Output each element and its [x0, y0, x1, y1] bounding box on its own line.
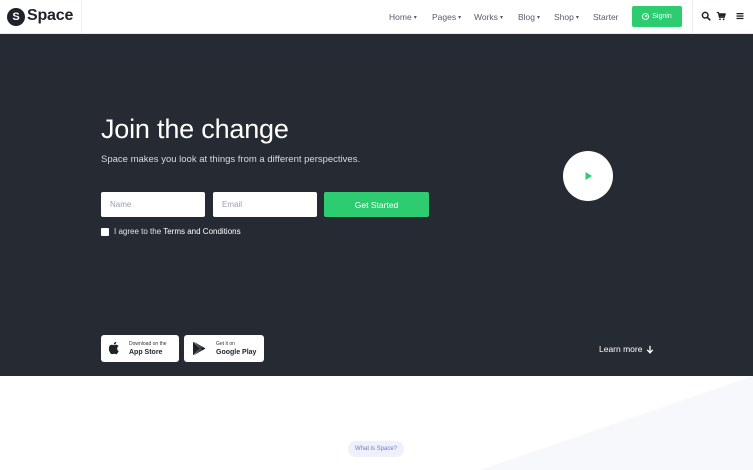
signin-label: Signin — [652, 13, 672, 20]
google-play-icon — [193, 341, 206, 356]
nav-item-pages[interactable]: Pages ▾ — [432, 12, 461, 22]
site-header: S Space Home ▾ Pages ▾ Works ▾ Blog ▾ Shop ▾ … — [0, 0, 753, 34]
menu-icon[interactable] — [735, 11, 745, 21]
chevron-down-icon: ▾ — [499, 15, 503, 21]
google-play-label: Google Play — [216, 349, 257, 356]
hero-subtitle: Space makes you look at things from a di… — [101, 154, 361, 165]
nav-item-label: Home — [389, 12, 412, 22]
nav-item-label: Pages — [432, 12, 457, 22]
terms-checkbox[interactable] — [101, 227, 109, 236]
app-store-label: App Store — [129, 349, 163, 356]
email-input[interactable] — [213, 192, 317, 217]
name-input[interactable] — [101, 192, 205, 217]
learn-more-label: Learn more — [599, 344, 643, 354]
learn-more-link[interactable]: Learn more — [599, 344, 654, 354]
terms-link[interactable]: Terms and Conditions — [163, 227, 240, 236]
section-badge: What is Space? — [348, 441, 404, 457]
search-icon[interactable] — [701, 11, 711, 21]
play-video-button[interactable] — [563, 151, 613, 201]
chevron-down-icon: ▾ — [458, 15, 462, 21]
play-icon — [585, 172, 592, 180]
nav-item-shop[interactable]: Shop ▾ — [554, 12, 579, 22]
nav-item-starter[interactable]: Starter — [593, 12, 619, 22]
chevron-down-icon: ▾ — [575, 15, 579, 21]
hero-title: Join the change — [101, 114, 289, 144]
nav-item-label: Shop — [554, 12, 574, 22]
chevron-down-icon: ▾ — [413, 15, 417, 21]
apple-icon — [109, 341, 119, 355]
nav-item-home[interactable]: Home ▾ — [389, 12, 417, 22]
signin-button[interactable]: Signin — [632, 6, 682, 27]
nav-item-label: Works — [474, 12, 498, 22]
nav-item-works[interactable]: Works ▾ — [474, 12, 503, 22]
app-store-button[interactable]: Download on the App Store — [101, 335, 179, 362]
arrow-down-icon — [647, 345, 654, 354]
nav-item-label: Starter — [593, 12, 619, 22]
logo[interactable]: S Space — [0, 0, 82, 34]
google-play-button[interactable]: Get it on Google Play — [184, 335, 264, 362]
cart-icon[interactable] — [716, 11, 726, 21]
terms-agreement: I agree to the Terms and Conditions — [101, 227, 241, 236]
terms-text: I agree to the Terms and Conditions — [114, 227, 241, 236]
user-icon — [642, 13, 650, 20]
google-play-small-text: Get it on — [216, 341, 235, 347]
nav-item-blog[interactable]: Blog ▾ — [518, 12, 540, 22]
terms-prefix: I agree to the — [114, 227, 164, 236]
logo-text: Space — [27, 7, 74, 24]
logo-mark: S — [7, 8, 25, 26]
nav-item-label: Blog — [518, 12, 536, 22]
get-started-button[interactable]: Get Started — [324, 192, 429, 217]
header-divider — [692, 0, 693, 34]
chevron-down-icon: ▾ — [537, 15, 541, 21]
app-store-small-text: Download on the — [129, 341, 167, 347]
